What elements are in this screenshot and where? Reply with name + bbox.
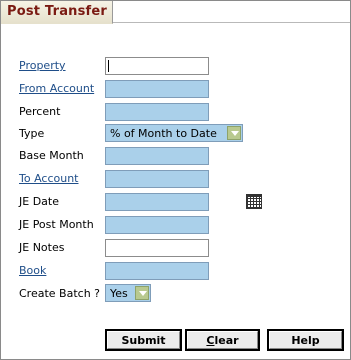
je-post-month-row: JE Post Month (19, 216, 349, 234)
tab-bar: Post Transfer (1, 1, 350, 24)
percent-label: Percent (19, 105, 61, 118)
calendar-icon[interactable] (246, 194, 262, 209)
percent-row: Percent (19, 103, 349, 121)
create-batch-select[interactable]: Yes (105, 284, 151, 302)
submit-button-label: Submit (107, 331, 180, 349)
clear-button[interactable]: Clear (185, 329, 260, 351)
from-account-link[interactable]: From Account (19, 82, 94, 95)
clear-button-label: Clear (187, 331, 258, 349)
create-batch-row: Create Batch ? Yes (19, 284, 349, 303)
je-notes-input[interactable] (105, 239, 209, 257)
create-batch-label: Create Batch ? (19, 287, 101, 300)
from-account-row: From Account (19, 80, 349, 98)
to-account-input[interactable] (105, 170, 209, 188)
je-notes-label: JE Notes (19, 241, 65, 254)
type-row: Type % of Month to Date (19, 124, 349, 143)
help-button-label: Help (269, 331, 342, 349)
je-post-month-input[interactable] (105, 216, 209, 234)
type-selected-value: % of Month to Date (110, 127, 217, 140)
je-notes-row: JE Notes (19, 239, 349, 257)
base-month-input[interactable] (105, 147, 209, 165)
base-month-row: Base Month (19, 147, 349, 165)
from-account-input[interactable] (105, 80, 209, 98)
base-month-label: Base Month (19, 149, 84, 162)
to-account-link[interactable]: To Account (19, 172, 79, 185)
book-row: Book (19, 262, 349, 280)
to-account-row: To Account (19, 170, 349, 188)
property-input[interactable] (105, 57, 209, 75)
submit-button[interactable]: Submit (105, 329, 182, 351)
type-label: Type (19, 127, 45, 140)
book-link[interactable]: Book (19, 264, 46, 277)
book-input[interactable] (105, 262, 209, 280)
je-date-row: JE Date (19, 193, 349, 211)
help-button[interactable]: Help (267, 329, 344, 351)
text-caret (108, 60, 109, 72)
percent-input[interactable] (105, 103, 209, 121)
chevron-down-icon[interactable] (135, 286, 149, 300)
je-post-month-label: JE Post Month (19, 218, 94, 231)
je-date-label: JE Date (19, 195, 59, 208)
type-select[interactable]: % of Month to Date (105, 124, 243, 142)
tab-post-transfer[interactable]: Post Transfer (1, 1, 113, 24)
property-row: Property (19, 57, 349, 75)
post-transfer-panel: Post Transfer Property From Account Perc… (0, 0, 351, 360)
chevron-down-icon[interactable] (227, 126, 241, 140)
je-date-input[interactable] (105, 193, 209, 211)
property-link[interactable]: Property (19, 59, 66, 72)
create-batch-selected-value: Yes (110, 287, 128, 300)
